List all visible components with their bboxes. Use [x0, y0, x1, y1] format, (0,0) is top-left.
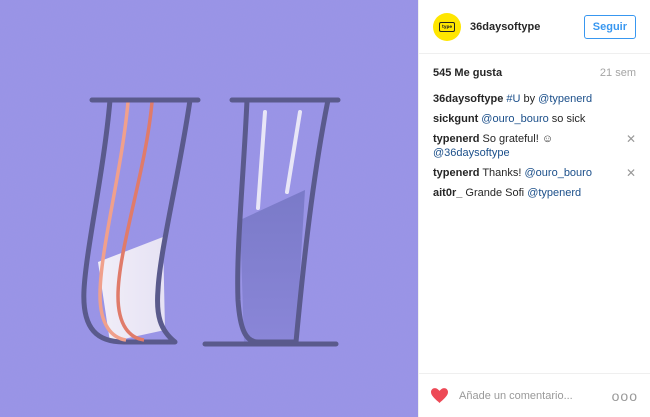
comment-link[interactable]: @ouro_bouro [525, 167, 592, 179]
comment-username[interactable]: sickgunt [433, 113, 478, 125]
comment-username[interactable]: ait0r_ [433, 187, 462, 199]
post: type 36daysoftype Seguir 545 Me gusta 21… [0, 0, 650, 417]
comment-text: so sick [548, 113, 586, 125]
comment-link[interactable]: @36daysoftype [433, 147, 510, 159]
comment-link[interactable]: @ouro_bouro [481, 113, 548, 125]
comment-username[interactable]: typenerd [433, 167, 479, 179]
comment-item: typenerd Thanks! @ouro_bouro ✕ [433, 166, 636, 180]
more-options-icon[interactable]: ooo [612, 388, 638, 404]
comment-link[interactable]: @typenerd [538, 93, 592, 105]
comments-list: 36daysoftype #U by @typenerd sickgunt @ou… [419, 92, 650, 200]
follow-button[interactable]: Seguir [583, 14, 636, 39]
letter-u-illustration [0, 0, 418, 417]
post-image[interactable] [0, 0, 418, 417]
username-link[interactable]: 36daysoftype [470, 21, 584, 33]
comment-input[interactable] [459, 389, 612, 402]
close-icon[interactable]: ✕ [626, 132, 636, 146]
comment-link[interactable]: #U [506, 93, 520, 105]
comment-text: by [520, 93, 539, 105]
avatar-logo: type [439, 21, 455, 32]
likes-count[interactable]: 545 Me gusta [433, 67, 502, 79]
post-sidebar: type 36daysoftype Seguir 545 Me gusta 21… [418, 0, 650, 417]
post-header: type 36daysoftype Seguir [419, 0, 650, 54]
comment-text: So grateful! ☺ [479, 133, 554, 145]
comment-link[interactable]: @typenerd [527, 187, 581, 199]
comment-username[interactable]: typenerd [433, 133, 479, 145]
comment-item: ait0r_ Grande Sofi @typenerd [433, 186, 636, 200]
comment-username[interactable]: 36daysoftype [433, 93, 503, 105]
post-footer: ooo [419, 373, 650, 417]
heart-icon[interactable] [431, 387, 449, 405]
comment-item: typenerd So grateful! ☺ @36daysoftype ✕ [433, 132, 636, 160]
comment-text: Thanks! [479, 167, 525, 179]
comment-text: Grande Sofi [462, 187, 528, 199]
comment-item: 36daysoftype #U by @typenerd [433, 92, 636, 106]
comment-item: sickgunt @ouro_bouro so sick [433, 112, 636, 126]
avatar[interactable]: type [433, 12, 461, 41]
post-time[interactable]: 21 sem [600, 67, 636, 79]
post-meta: 545 Me gusta 21 sem [419, 54, 650, 92]
close-icon[interactable]: ✕ [626, 166, 636, 180]
